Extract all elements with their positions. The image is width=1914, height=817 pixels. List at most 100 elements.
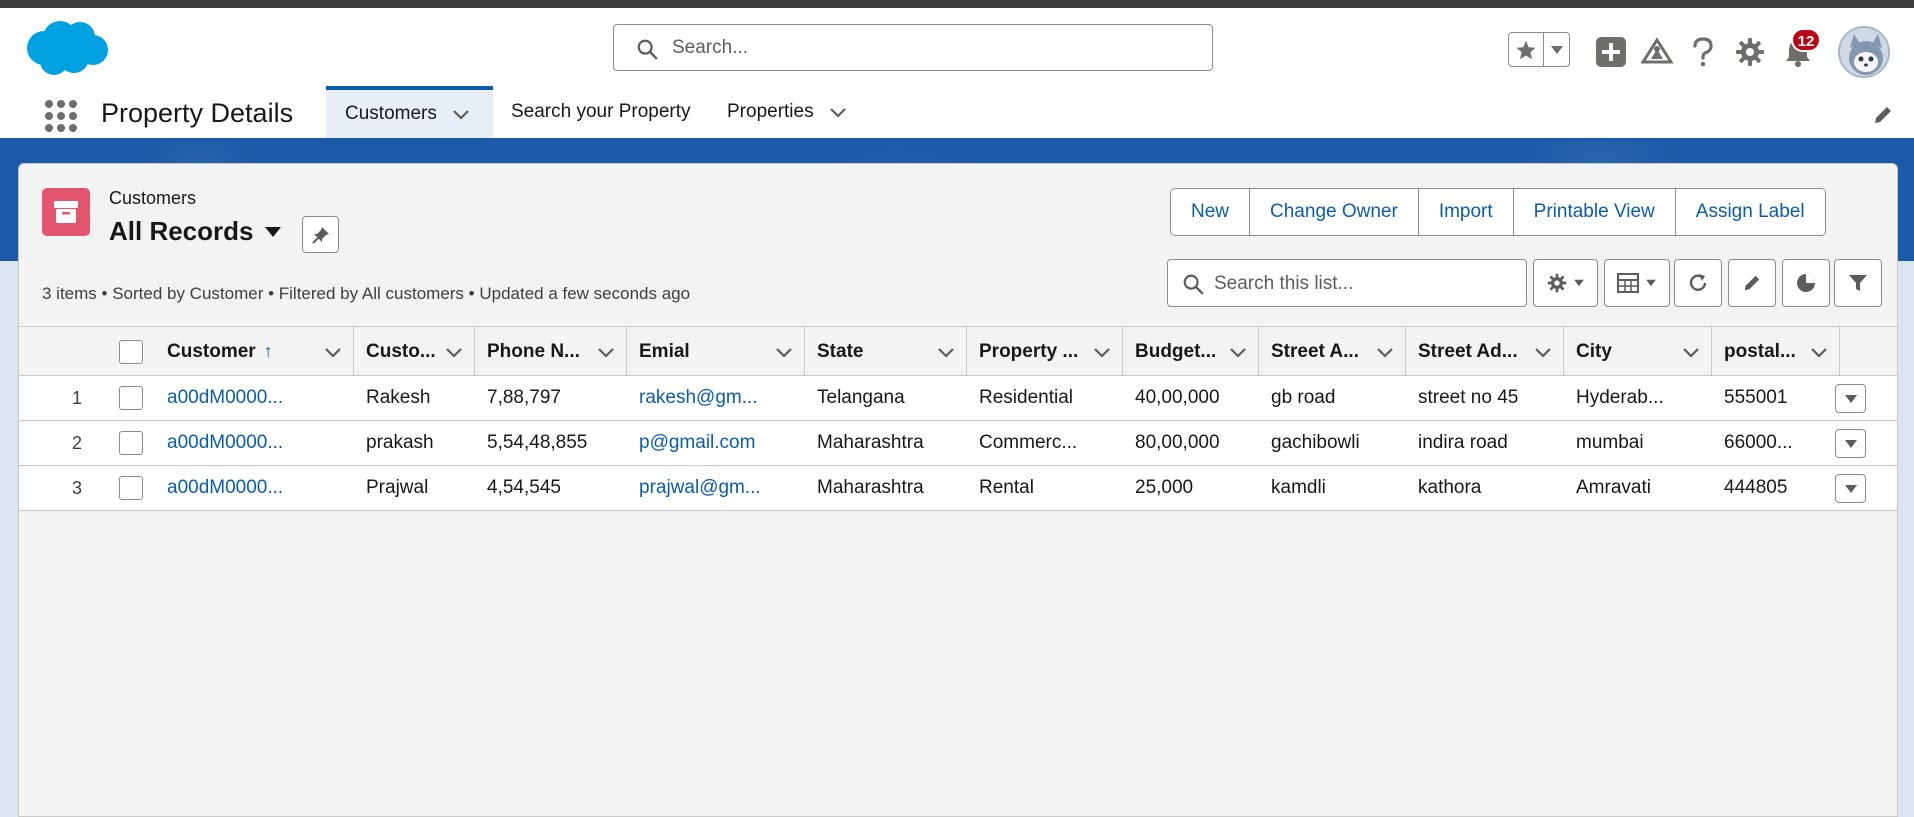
postal-code-cell: 66000... <box>1724 432 1793 453</box>
column-header-customer-name[interactable]: Custo... <box>354 327 475 376</box>
favorites-button[interactable] <box>1509 33 1545 66</box>
change-owner-button[interactable]: Change Owner <box>1250 189 1419 235</box>
customer-record-link[interactable]: a00dM0000... <box>155 466 283 510</box>
row-checkbox[interactable] <box>119 386 143 410</box>
chevron-down-icon[interactable] <box>1681 342 1701 362</box>
filter-button[interactable] <box>1834 259 1882 307</box>
chevron-down-icon[interactable] <box>451 104 471 124</box>
row-actions-button[interactable] <box>1835 474 1866 503</box>
postal-code-cell: 444805 <box>1724 477 1788 498</box>
column-header-state[interactable]: State <box>805 327 967 376</box>
caret-down-icon <box>1844 394 1857 403</box>
salesforce-logo[interactable] <box>22 18 110 80</box>
column-label: State <box>817 340 864 362</box>
star-icon <box>1516 40 1536 59</box>
app-launcher-dot <box>69 100 77 108</box>
display-as-button[interactable] <box>1604 259 1670 307</box>
tab-search-your-property[interactable]: Search your Property <box>511 86 691 138</box>
chevron-down-icon[interactable] <box>1092 342 1112 362</box>
new-button[interactable]: New <box>1171 189 1251 235</box>
column-label: Budget... <box>1135 340 1217 362</box>
list-search[interactable] <box>1167 259 1527 307</box>
list-view-meta: 3 items • Sorted by Customer • Filtered … <box>42 284 691 303</box>
chevron-down-icon[interactable] <box>936 342 956 362</box>
tab-properties[interactable]: Properties <box>727 86 848 138</box>
list-view-card: Customers All Records 3 items • Sorted b… <box>18 163 1898 817</box>
column-header-street-address-2[interactable]: Street Ad... <box>1406 327 1564 376</box>
assign-label-button[interactable]: Assign Label <box>1675 189 1825 235</box>
object-label: Customers <box>109 188 197 208</box>
column-label: Street A... <box>1271 340 1359 362</box>
app-launcher-dot <box>45 124 53 132</box>
street-address-1-cell: gachibowli <box>1271 432 1360 453</box>
email-link[interactable]: prajwal@gm... <box>627 466 761 510</box>
list-view-selector[interactable]: All Records <box>109 216 282 247</box>
printable-view-button[interactable]: Printable View <box>1513 189 1676 235</box>
setup-button[interactable] <box>1733 35 1767 69</box>
column-header-postal-code[interactable]: postal... <box>1712 327 1840 376</box>
tab-label: Properties <box>727 101 814 122</box>
row-number: 2 <box>71 432 82 453</box>
customer-record-link[interactable]: a00dM0000... <box>155 376 283 420</box>
import-button[interactable]: Import <box>1418 189 1514 235</box>
row-checkbox[interactable] <box>119 431 143 455</box>
notification-badge: 12 <box>1791 28 1821 52</box>
list-view-controls-button[interactable] <box>1533 259 1598 307</box>
inline-edit-button[interactable] <box>1728 259 1776 307</box>
state-cell: Maharashtra <box>817 432 924 453</box>
add-icon <box>1596 37 1626 67</box>
chevron-down-icon[interactable] <box>828 102 848 122</box>
column-label: Street Ad... <box>1418 340 1518 362</box>
customer-record-link[interactable]: a00dM0000... <box>155 421 283 465</box>
row-actions-button[interactable] <box>1835 384 1866 413</box>
column-header-property-type[interactable]: Property ... <box>967 327 1123 376</box>
sort-ascending-icon: ↑ <box>263 341 273 361</box>
global-search-input[interactable] <box>672 33 1192 63</box>
chevron-down-icon[interactable] <box>1375 342 1395 362</box>
column-header-budget[interactable]: Budget... <box>1123 327 1259 376</box>
city-cell: Hyderab... <box>1576 387 1664 408</box>
street-address-2-cell: street no 45 <box>1418 387 1519 408</box>
column-header-customer[interactable]: Customer ↑ <box>155 327 354 376</box>
gear-icon <box>1547 273 1566 293</box>
row-checkbox[interactable] <box>119 476 143 500</box>
chevron-down-icon[interactable] <box>596 342 616 362</box>
chevron-down-icon[interactable] <box>444 342 464 362</box>
email-link[interactable]: rakesh@gm... <box>627 376 758 420</box>
email-link[interactable]: p@gmail.com <box>627 421 755 465</box>
help-button[interactable] <box>1686 35 1720 69</box>
favorites-menu-button[interactable] <box>1544 33 1569 66</box>
app-launcher-dot <box>57 112 65 120</box>
pin-list-view-button[interactable] <box>302 216 339 253</box>
column-label: Emial <box>639 340 690 362</box>
column-header-city[interactable]: City <box>1564 327 1712 376</box>
column-header-street-address-1[interactable]: Street A... <box>1259 327 1406 376</box>
chevron-down-icon[interactable] <box>1228 342 1248 362</box>
global-search[interactable] <box>613 24 1213 71</box>
edit-nav-pencil-icon[interactable] <box>1872 104 1894 126</box>
user-avatar[interactable] <box>1838 26 1890 78</box>
column-header-emial[interactable]: Emial <box>627 327 805 376</box>
column-label: Property ... <box>979 340 1079 362</box>
column-header-phone[interactable]: Phone N... <box>475 327 627 376</box>
row-actions-button[interactable] <box>1835 429 1866 458</box>
charts-button[interactable] <box>1782 259 1830 307</box>
city-cell: mumbai <box>1576 432 1644 453</box>
chevron-down-icon[interactable] <box>1809 342 1829 362</box>
list-search-input[interactable] <box>1214 269 1514 299</box>
chevron-down-icon[interactable] <box>323 342 343 362</box>
global-actions-button[interactable] <box>1594 35 1628 69</box>
chevron-down-icon[interactable] <box>1533 342 1553 362</box>
refresh-button[interactable] <box>1674 259 1722 307</box>
city-cell: Amravati <box>1576 477 1651 498</box>
tab-customers[interactable]: Customers <box>326 86 493 138</box>
select-all-checkbox[interactable] <box>119 340 143 364</box>
global-header: 12 <box>0 8 1914 86</box>
customer-name-cell: prakash <box>366 432 434 453</box>
browser-top-strip <box>0 0 1914 8</box>
app-launcher-button[interactable] <box>42 97 77 132</box>
table-row: 3 a00dM0000... Prajwal 4,54,545 prajwal@… <box>19 466 1897 511</box>
trailhead-button[interactable] <box>1640 35 1674 69</box>
street-address-1-cell: gb road <box>1271 387 1336 408</box>
chevron-down-icon[interactable] <box>774 342 794 362</box>
